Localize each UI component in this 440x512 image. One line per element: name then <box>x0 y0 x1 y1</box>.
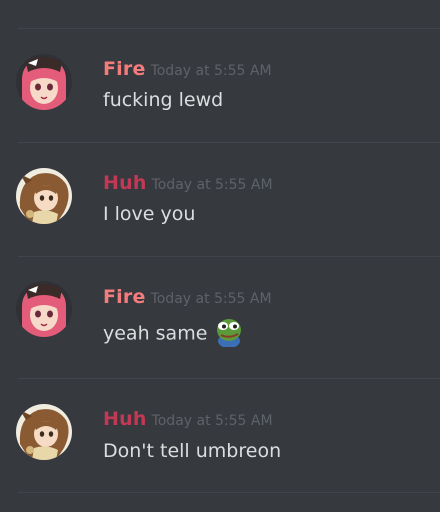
huh-avatar[interactable] <box>16 404 72 460</box>
brown-hair-anime-character-avatar-icon <box>16 404 72 460</box>
message-divider <box>18 492 440 493</box>
message-content: Don't tell umbreon <box>103 440 282 462</box>
huh-avatar[interactable] <box>16 168 72 224</box>
message-author[interactable]: Fire <box>103 58 146 80</box>
pepe-frog-emoji-icon[interactable] <box>213 315 245 347</box>
message-content: I love you <box>103 203 196 225</box>
message-timestamp: Today at 5:55 AM <box>150 63 272 79</box>
message-text: yeah same <box>103 322 208 345</box>
pink-hair-anime-girl-avatar-icon <box>16 54 72 110</box>
message-timestamp: Today at 5:55 AM <box>150 291 272 307</box>
message-author[interactable]: Fire <box>103 286 146 308</box>
message-content: yeah same <box>103 318 245 350</box>
pink-hair-anime-girl-avatar-icon <box>16 281 72 337</box>
message-content: fucking lewd <box>103 89 224 111</box>
message-divider <box>18 256 440 257</box>
message-divider <box>18 142 440 143</box>
message-divider <box>18 378 440 379</box>
message-divider <box>18 28 440 29</box>
fire-avatar[interactable] <box>16 281 72 337</box>
fire-avatar[interactable] <box>16 54 72 110</box>
brown-hair-anime-character-avatar-icon <box>16 168 72 224</box>
message-timestamp: Today at 5:55 AM <box>151 413 273 429</box>
message-timestamp: Today at 5:55 AM <box>151 177 273 193</box>
chat-message-list: Fire Today at 5:55 AM fucking lewd Huh Tod… <box>0 0 440 512</box>
message-author[interactable]: Huh <box>103 172 147 194</box>
message-author[interactable]: Huh <box>103 408 147 430</box>
